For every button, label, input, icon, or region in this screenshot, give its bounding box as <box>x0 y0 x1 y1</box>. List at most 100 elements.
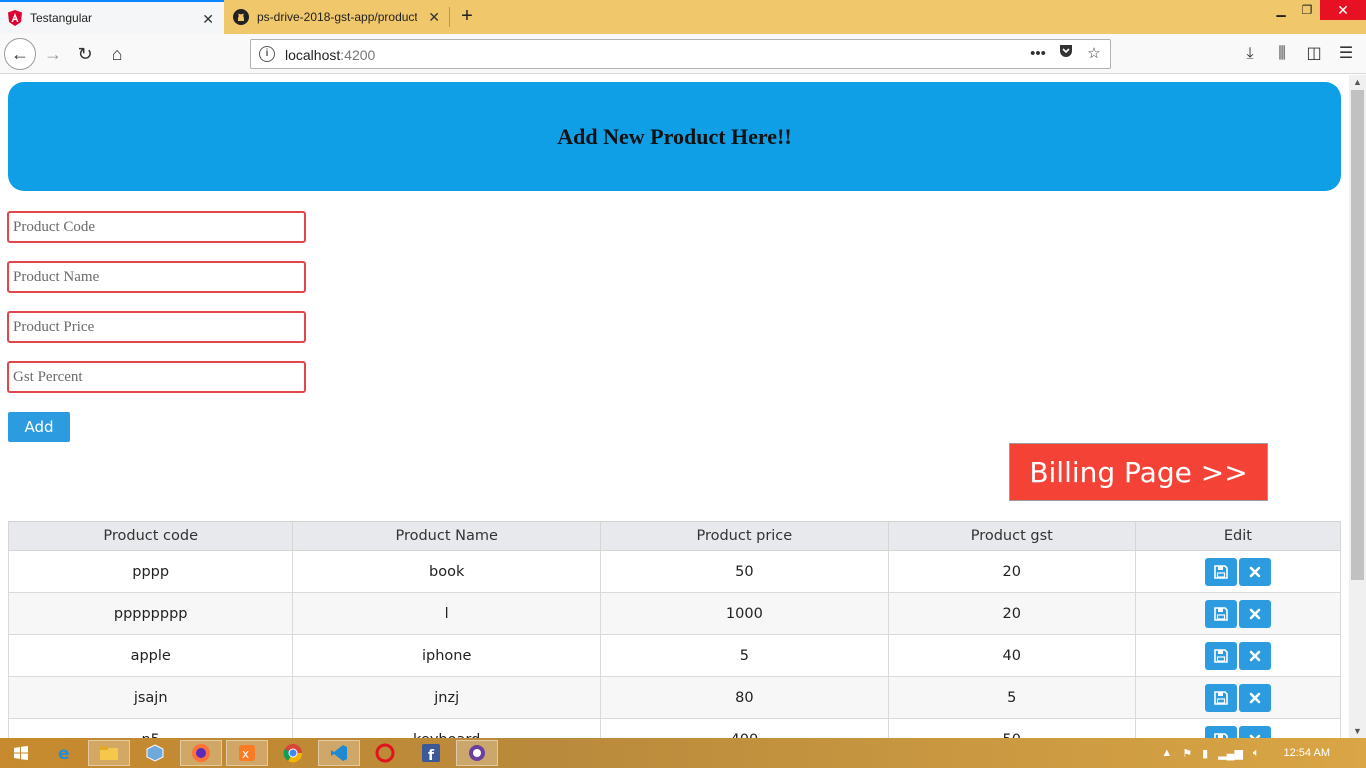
reload-icon[interactable]: ↻ <box>70 39 100 69</box>
product-name-input[interactable] <box>7 261 306 293</box>
cell-product-code: apple <box>7 634 294 677</box>
page-banner: Add New Product Here!! <box>8 82 1341 191</box>
windows-start-icon[interactable] <box>0 740 42 766</box>
header-product-name: Product Name <box>292 521 601 551</box>
svg-text:x: x <box>242 747 249 761</box>
home-icon[interactable]: ⌂ <box>102 39 132 69</box>
save-icon <box>1214 606 1228 621</box>
delete-button[interactable] <box>1238 557 1271 586</box>
save-icon <box>1214 564 1228 579</box>
cell-product-code: jsajn <box>7 676 294 719</box>
scroll-thumb[interactable] <box>1351 90 1364 580</box>
forward-arrow-icon[interactable]: → <box>38 39 68 69</box>
cell-product-price: 50 <box>599 550 889 593</box>
network-icon[interactable]: ▂▄▆ <box>1218 747 1243 760</box>
xampp-icon[interactable]: x <box>226 740 268 766</box>
table-header-row: Product code Product Name Product price … <box>7 521 1342 551</box>
cell-product-name: l <box>292 592 601 635</box>
cell-product-code: pppp <box>7 550 294 593</box>
battery-icon[interactable]: ▮ <box>1202 747 1208 760</box>
new-tab-icon[interactable]: + <box>456 5 478 27</box>
close-tab-icon[interactable]: ✕ <box>202 11 214 28</box>
tab-testangular[interactable]: Testangular ✕ <box>0 0 224 34</box>
save-button[interactable] <box>1204 725 1237 738</box>
pocket-icon[interactable] <box>1056 43 1076 65</box>
close-icon <box>1249 650 1261 661</box>
delete-button[interactable] <box>1238 725 1271 738</box>
header-product-code: Product code <box>7 521 294 551</box>
svg-text:f: f <box>428 748 435 762</box>
browser-tab-bar: Testangular ✕ ps-drive-2018-gst-app/prod… <box>0 0 1366 34</box>
internet-explorer-icon[interactable]: e <box>44 740 86 766</box>
flag-icon[interactable]: ⚑ <box>1182 747 1192 760</box>
window-close-icon[interactable]: ✕ <box>1320 0 1366 20</box>
sidebar-icon[interactable]: ◫ <box>1300 39 1328 69</box>
close-tab-icon[interactable]: ✕ <box>428 9 440 26</box>
scroll-up-icon[interactable]: ▲ <box>1353 77 1362 87</box>
scroll-down-icon[interactable]: ▼ <box>1353 726 1362 736</box>
table-row: pppp book 50 20 <box>7 550 1342 593</box>
minimize-icon[interactable]: ▁ <box>1268 0 1294 20</box>
save-button[interactable] <box>1204 641 1237 670</box>
restore-icon[interactable]: ❐ <box>1294 0 1320 20</box>
vscode-icon[interactable] <box>318 740 360 766</box>
url-text[interactable]: localhost:4200 <box>285 47 375 63</box>
windows-taskbar: e x f ▲ ⚑ ▮ ▂▄▆ 🔈︎ 12:54 AM <box>0 738 1366 768</box>
cell-product-gst: 20 <box>887 550 1136 593</box>
library-icon[interactable]: ⫼ <box>1268 39 1296 69</box>
delete-button[interactable] <box>1238 683 1271 712</box>
firefox-icon[interactable] <box>180 740 222 766</box>
chrome-icon[interactable] <box>272 740 314 766</box>
virtualbox-icon[interactable] <box>134 740 176 766</box>
add-button[interactable]: Add <box>8 412 70 442</box>
cell-product-price: 1000 <box>599 592 889 635</box>
close-icon <box>1249 608 1261 619</box>
cell-edit <box>1134 676 1342 719</box>
facebook-icon[interactable]: f <box>410 740 452 766</box>
back-arrow-icon[interactable]: ← <box>4 38 36 70</box>
table-row: pppppppp l 1000 20 <box>7 592 1342 635</box>
opera-icon[interactable] <box>364 740 406 766</box>
more-icon[interactable]: ••• <box>1028 43 1048 65</box>
product-price-input[interactable] <box>7 311 306 343</box>
cell-product-gst: 20 <box>887 592 1136 635</box>
info-icon[interactable]: i <box>259 46 275 62</box>
table-row: apple iphone 5 40 <box>7 634 1342 677</box>
product-code-input[interactable] <box>7 211 306 243</box>
gst-percent-input[interactable] <box>7 361 306 393</box>
save-button[interactable] <box>1204 557 1237 586</box>
volume-icon[interactable]: 🔈︎ <box>1253 747 1260 760</box>
save-button[interactable] <box>1204 683 1237 712</box>
close-icon <box>1249 566 1261 577</box>
tab-title: ps-drive-2018-gst-app/product <box>257 10 417 24</box>
cell-product-price: 80 <box>599 676 889 719</box>
cell-product-name: book <box>292 550 601 593</box>
url-bar[interactable]: i localhost:4200 ••• ☆ <box>250 39 1111 69</box>
menu-icon[interactable]: ☰ <box>1332 39 1360 69</box>
table-row: jsajn jnzj 80 5 <box>7 676 1342 719</box>
cell-edit <box>1134 718 1342 738</box>
cell-product-price: 400 <box>599 718 889 738</box>
clock[interactable]: 12:54 AM <box>1284 747 1330 759</box>
svg-text:e: e <box>58 744 70 763</box>
file-explorer-icon[interactable] <box>88 740 130 766</box>
download-icon[interactable]: ⤓ <box>1236 39 1264 69</box>
delete-button[interactable] <box>1238 641 1271 670</box>
cell-product-code: n5 <box>7 718 294 738</box>
tab-github[interactable]: ps-drive-2018-gst-app/product ✕ <box>225 0 450 34</box>
billing-page-button[interactable]: Billing Page >> <box>1009 443 1268 501</box>
app-icon[interactable] <box>456 740 498 766</box>
cell-product-gst: 5 <box>887 676 1136 719</box>
save-button[interactable] <box>1204 599 1237 628</box>
delete-button[interactable] <box>1238 599 1271 628</box>
cell-edit <box>1134 634 1342 677</box>
bookmark-star-icon[interactable]: ☆ <box>1084 43 1104 65</box>
tray-expand-icon[interactable]: ▲ <box>1161 747 1172 759</box>
cell-product-name: keyboard <box>292 718 601 738</box>
header-product-gst: Product gst <box>887 521 1136 551</box>
cell-product-gst: 40 <box>887 634 1136 677</box>
page-scrollbar[interactable]: ▲ ▼ <box>1349 75 1366 738</box>
angular-icon <box>8 10 22 26</box>
page-viewport: Add New Product Here!! Add Billing Page … <box>0 75 1349 738</box>
products-table: Product code Product Name Product price … <box>7 521 1342 738</box>
